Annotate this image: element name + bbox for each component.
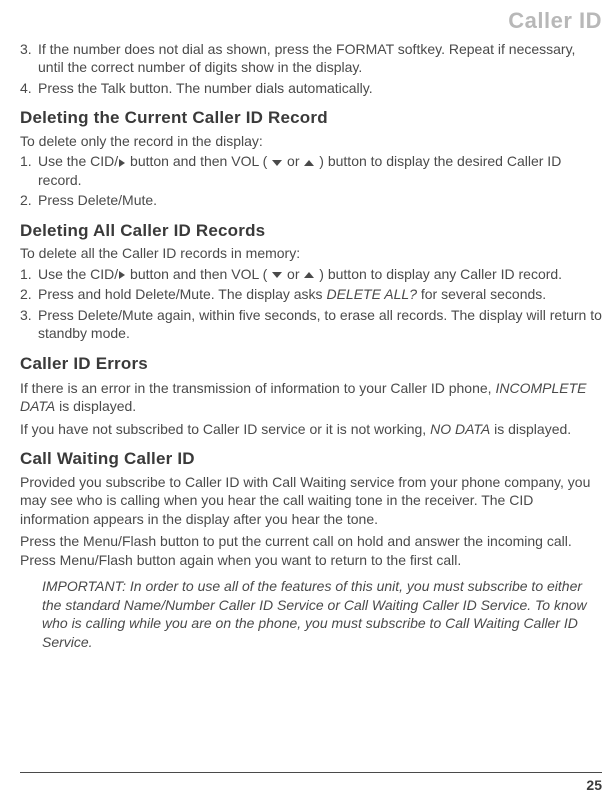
list-item: 1.Use the CID/ button and then VOL ( or … [20,265,602,283]
list-text: Use the CID/ button and then VOL ( or ) … [38,153,561,187]
list-text: Press and hold Delete/Mute. The display … [38,286,546,302]
triangle-down-icon [272,160,282,166]
triangle-up-icon [304,272,314,278]
list-item: 2.Press and hold Delete/Mute. The displa… [20,285,602,303]
list-text: Press Delete/Mute again, within five sec… [38,307,602,341]
list-number: 3. [20,40,38,58]
section-heading: Deleting the Current Caller ID Record [20,107,602,129]
paragraph: Provided you subscribe to Caller ID with… [20,473,602,528]
paragraph: If you have not subscribed to Caller ID … [20,420,602,438]
important-note: IMPORTANT: In order to use all of the fe… [20,577,602,651]
section-heading: Deleting All Caller ID Records [20,220,602,242]
section-heading: Caller ID Errors [20,353,602,375]
section-intro: To delete all the Caller ID records in m… [20,244,602,262]
section-heading: Call Waiting Caller ID [20,448,602,470]
list-number: 2. [20,191,38,209]
list-number: 1. [20,265,38,283]
list-item: 3.If the number does not dial as shown, … [20,40,602,77]
list-number: 2. [20,285,38,303]
paragraph: If there is an error in the transmission… [20,379,602,416]
list-text: Press Delete/Mute. [38,192,157,208]
list-text: Use the CID/ button and then VOL ( or ) … [38,266,562,282]
list-number: 4. [20,79,38,97]
triangle-right-icon [119,271,125,279]
list-text: If the number does not dial as shown, pr… [38,41,575,75]
section-intro: To delete only the record in the display… [20,132,602,150]
page-header: Caller ID [20,8,602,34]
triangle-right-icon [119,159,125,167]
list-number: 3. [20,306,38,324]
paragraph: Press the Menu/Flash button to put the c… [20,532,602,569]
page-footer: 25 [20,772,602,793]
page-number: 25 [586,777,602,793]
list-number: 1. [20,152,38,170]
list-text: Press the Talk button. The number dials … [38,80,373,96]
list-item: 1.Use the CID/ button and then VOL ( or … [20,152,602,189]
list-item: 4.Press the Talk button. The number dial… [20,79,602,97]
page-content: 3.If the number does not dial as shown, … [20,40,602,651]
list-item: 3.Press Delete/Mute again, within five s… [20,306,602,343]
list-item: 2.Press Delete/Mute. [20,191,602,209]
triangle-down-icon [272,272,282,278]
triangle-up-icon [304,160,314,166]
